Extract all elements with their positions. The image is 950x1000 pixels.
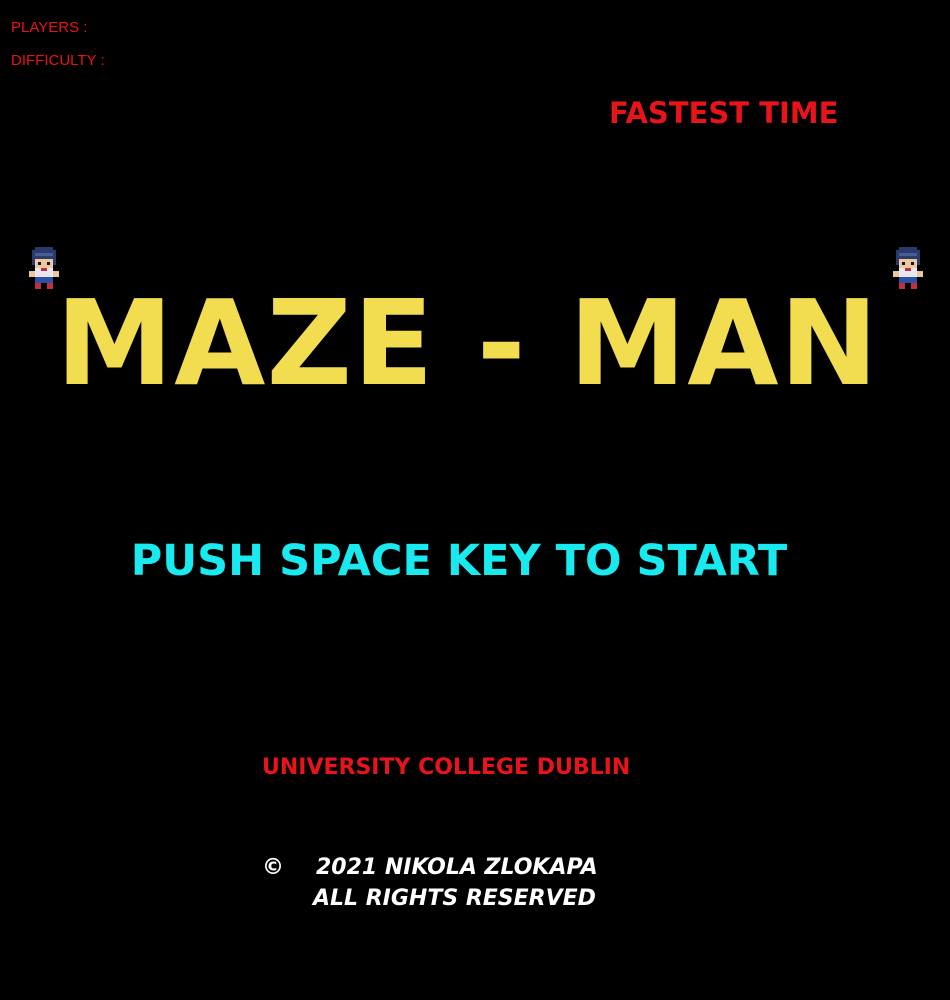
fastest-time-label: FASTEST TIME [609,96,839,130]
start-prompt: PUSH SPACE KEY TO START [130,536,788,586]
game-title: MAZE - MAN [55,274,880,412]
difficulty-label: DIFFICULTY : [11,52,105,69]
copyright-symbol: © [262,855,284,880]
institution-label: UNIVERSITY COLLEGE DUBLIN [262,755,631,780]
copyright-line: 2021 NIKOLA ZLOKAPA [316,855,598,880]
players-label: PLAYERS : [11,19,88,36]
rights-reserved-line: ALL RIGHTS RESERVED [313,886,596,911]
